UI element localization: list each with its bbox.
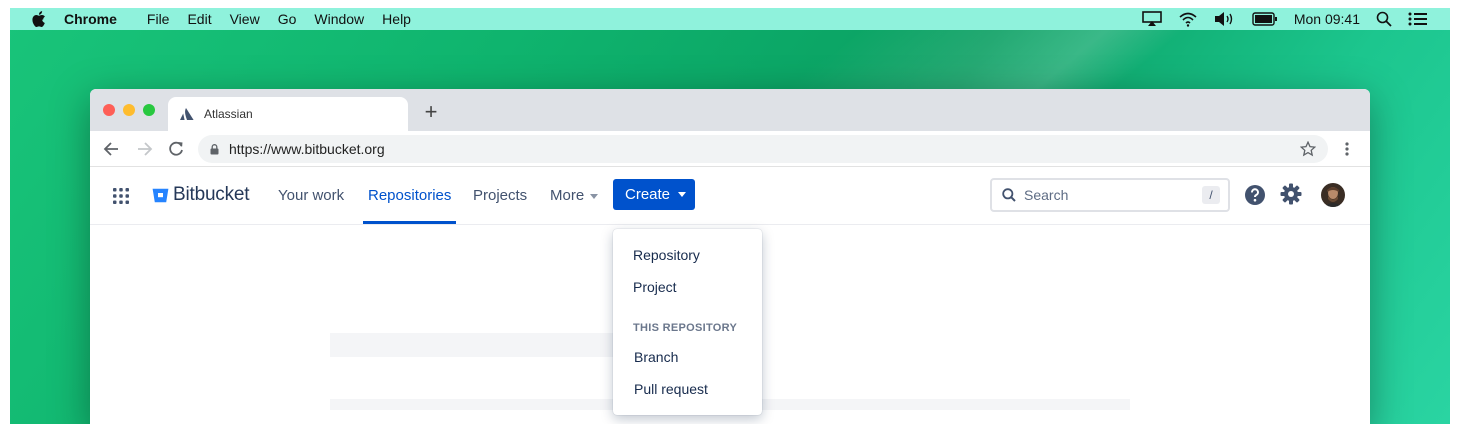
- more-caret-down-icon[interactable]: [590, 194, 598, 199]
- gear-icon[interactable]: [1280, 183, 1302, 205]
- browser-menu-icon[interactable]: [1344, 141, 1350, 157]
- loading-skeleton-bar: [330, 333, 650, 357]
- bitbucket-top-nav: Bitbucket Your work Repositories Project…: [90, 167, 1370, 225]
- window-minimize-button[interactable]: [123, 104, 135, 116]
- menu-help[interactable]: Help: [382, 11, 411, 27]
- airplay-icon[interactable]: [1142, 11, 1162, 27]
- menu-edit[interactable]: Edit: [187, 11, 211, 27]
- user-avatar-image: [1321, 183, 1345, 207]
- volume-icon[interactable]: [1214, 11, 1236, 27]
- battery-icon[interactable]: [1252, 12, 1278, 26]
- app-switcher-icon[interactable]: [112, 187, 130, 205]
- search-icon: [1002, 188, 1016, 202]
- desktop: Chrome File Edit View Go Window Help Mon…: [10, 8, 1450, 424]
- create-caret-down-icon: [678, 192, 687, 197]
- atlassian-favicon-icon: [180, 108, 194, 120]
- wifi-icon[interactable]: [1178, 11, 1198, 27]
- menu-go[interactable]: Go: [278, 11, 297, 27]
- search-shortcut-badge: /: [1202, 186, 1220, 204]
- menu-view[interactable]: View: [230, 11, 260, 27]
- menu-section-heading: THIS REPOSITORY: [633, 322, 738, 334]
- nav-your-work[interactable]: Your work: [278, 187, 344, 204]
- menu-window[interactable]: Window: [314, 11, 364, 27]
- bitbucket-logo-text: Bitbucket: [173, 184, 250, 205]
- browser-tab[interactable]: Atlassian: [168, 97, 408, 131]
- menu-bar-status: Mon 09:41: [1126, 8, 1428, 30]
- window-zoom-button[interactable]: [143, 104, 155, 116]
- menu-file[interactable]: File: [147, 11, 170, 27]
- create-dropdown-menu: Repository Project THIS REPOSITORY Branc…: [613, 229, 762, 415]
- user-avatar[interactable]: [1321, 183, 1345, 207]
- forward-arrow-icon[interactable]: [134, 139, 154, 159]
- macos-menu-bar: Chrome File Edit View Go Window Help Mon…: [10, 8, 1450, 30]
- menu-app-name[interactable]: Chrome: [64, 11, 117, 27]
- menu-item-repository[interactable]: Repository: [633, 247, 700, 263]
- menu-item-pull-request[interactable]: Pull request: [634, 381, 708, 397]
- address-bar[interactable]: https://www.bitbucket.org: [198, 135, 1328, 163]
- search-input[interactable]: Search /: [990, 178, 1230, 212]
- bitbucket-bucket-icon: [152, 188, 169, 202]
- browser-window: Atlassian + https://www.bitbucket.org Bi…: [90, 89, 1370, 424]
- menu-item-branch[interactable]: Branch: [634, 349, 678, 365]
- create-button[interactable]: Create: [613, 179, 695, 210]
- address-url: https://www.bitbucket.org: [229, 141, 385, 157]
- back-arrow-icon[interactable]: [102, 139, 122, 159]
- nav-repositories[interactable]: Repositories: [368, 187, 451, 204]
- menu-bar-clock[interactable]: Mon 09:41: [1294, 11, 1360, 27]
- lock-icon[interactable]: [210, 143, 219, 155]
- tab-strip: Atlassian +: [90, 89, 1370, 131]
- create-button-label: Create: [625, 186, 671, 203]
- active-nav-underline: [363, 221, 456, 224]
- notification-center-icon[interactable]: [1408, 12, 1428, 26]
- bitbucket-logo[interactable]: Bitbucket: [152, 184, 250, 206]
- nav-projects[interactable]: Projects: [473, 187, 527, 204]
- window-close-button[interactable]: [103, 104, 115, 116]
- bookmark-star-icon[interactable]: [1300, 141, 1316, 157]
- new-tab-button[interactable]: +: [420, 99, 442, 125]
- apple-logo-icon[interactable]: [32, 10, 48, 28]
- menu-item-project[interactable]: Project: [633, 279, 677, 295]
- browser-toolbar: https://www.bitbucket.org: [90, 131, 1370, 167]
- nav-more[interactable]: More: [550, 187, 584, 204]
- search-placeholder: Search: [1024, 187, 1069, 203]
- tab-title: Atlassian: [204, 107, 253, 121]
- spotlight-search-icon[interactable]: [1376, 11, 1392, 27]
- help-icon[interactable]: [1244, 184, 1266, 206]
- reload-icon[interactable]: [166, 139, 186, 159]
